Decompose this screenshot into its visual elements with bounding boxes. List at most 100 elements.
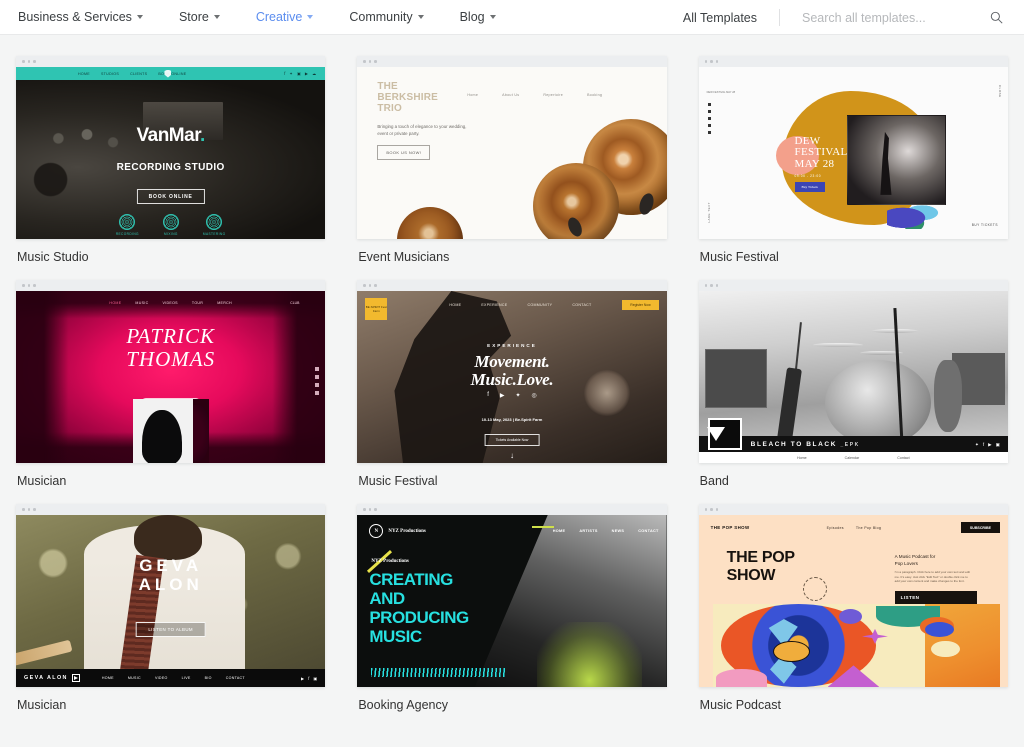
title-line: SHOW: [726, 567, 776, 584]
listen-album-button: LISTEN TO ALBUM: [135, 621, 206, 637]
template-thumbnail[interactable]: THE BERKSHIRE TRIO Home About Us Reperto…: [357, 56, 667, 239]
artist-name: GEVA ALON: [16, 556, 325, 594]
template-grid: HOME STUDIOS CLIENTS BOOK ONLINE f ✦ ▣ ▶…: [0, 35, 1024, 728]
search-box[interactable]: [802, 10, 1008, 25]
twitter-icon: ✦: [515, 393, 521, 400]
template-card[interactable]: BLEACH TO BLACK _EPK ✦ f ▶ ▣ Home Calend…: [698, 280, 1008, 488]
feature-item: RECORDING: [116, 214, 139, 236]
nav-label: Creative: [255, 10, 303, 24]
site-nav-links: HOME MUSIC VIDEOS TOUR MERCH: [16, 301, 325, 305]
nav-link: HOME: [552, 529, 566, 533]
nav-item-community[interactable]: Community: [349, 10, 424, 24]
browser-chrome-bar: [357, 504, 667, 515]
title-line: THOMAS: [126, 347, 216, 372]
template-card[interactable]: THE POP SHOW Episodes The Pop Blog SUBSC…: [698, 504, 1008, 712]
template-thumbnail[interactable]: N NYZ Productions HOME ARTISTS NEWS CONT…: [357, 504, 667, 687]
soundcloud-icon: ☁: [312, 71, 317, 76]
buy-tickets-label: BUY TICKETS: [971, 223, 998, 227]
social-icons: [315, 366, 320, 395]
headline: CREATING AND PRODUCING MUSIC: [369, 570, 469, 646]
nav-link: CONTACT: [572, 303, 592, 307]
template-caption[interactable]: Event Musicians: [357, 250, 666, 264]
festival-logo-badge: BE.SPIRIT Fest Farm: [365, 298, 388, 320]
chevron-down-icon: [136, 15, 143, 19]
title-line: MAY 28: [794, 157, 835, 170]
template-card[interactable]: THE BERKSHIRE TRIO Home About Us Reperto…: [357, 56, 667, 264]
chevron-down-icon: [307, 15, 314, 19]
template-preview: THE POP SHOW Episodes The Pop Blog SUBSC…: [698, 515, 1008, 687]
template-thumbnail[interactable]: THE POP SHOW Episodes The Pop Blog SUBSC…: [698, 504, 1008, 687]
site-subtitle: RECORDING STUDIO: [116, 161, 225, 173]
panel-title-line: Pop Lovers: [894, 561, 918, 566]
nav-item-business-services[interactable]: Business & Services: [18, 10, 143, 24]
kicker-text: NYZ Productions: [371, 559, 409, 564]
template-card[interactable]: GEVA ALON LISTEN TO ALBUM GEVA ALON HOME…: [16, 504, 326, 712]
template-thumbnail[interactable]: HOME MUSIC VIDEOS TOUR MERCH CLUB PATRIC…: [16, 280, 326, 463]
cyan-stripes-graphic: [371, 668, 507, 677]
title-line: Music.Love.: [470, 369, 554, 389]
template-caption[interactable]: Booking Agency: [357, 698, 666, 712]
instagram-icon: ◎: [531, 393, 537, 400]
cymbal-shape: [813, 342, 863, 347]
brand-text: VanMar: [136, 125, 201, 147]
nav-link: The Pop Blog: [855, 526, 882, 530]
youtube-icon: ▶: [300, 675, 305, 681]
nav-link: BIO: [204, 676, 212, 680]
template-thumbnail[interactable]: DEW FESTIVAL MAY 28 CLOSE LAKE TEXT DEW …: [698, 56, 1008, 239]
search-input[interactable]: [802, 10, 962, 25]
nav-label: Community: [349, 10, 413, 24]
search-icon[interactable]: [984, 11, 1008, 24]
template-caption[interactable]: Musician: [16, 474, 325, 488]
template-caption[interactable]: Music Festival: [699, 250, 1008, 264]
nav-link: CLIENTS: [130, 71, 148, 76]
header-divider: [779, 9, 780, 26]
template-card[interactable]: DEW FESTIVAL MAY 28 CLOSE LAKE TEXT DEW …: [698, 56, 1008, 264]
panel-title: A Music Podcast for Pop Lovers: [895, 553, 936, 567]
site-nav-links: HOME ARTISTS NEWS CONTACT: [553, 529, 659, 533]
green-glow-shape: [536, 621, 642, 687]
template-preview: N NYZ Productions HOME ARTISTS NEWS CONT…: [357, 515, 667, 687]
template-card[interactable]: HOME STUDIOS CLIENTS BOOK ONLINE f ✦ ▣ ▶…: [16, 56, 326, 264]
template-thumbnail[interactable]: HOME STUDIOS CLIENTS BOOK ONLINE f ✦ ▣ ▶…: [16, 56, 326, 239]
nav-link: TOUR: [191, 301, 204, 305]
template-caption[interactable]: Music Festival: [357, 474, 666, 488]
all-templates-link[interactable]: All Templates: [683, 11, 757, 25]
template-card[interactable]: HOME MUSIC VIDEOS TOUR MERCH CLUB PATRIC…: [16, 280, 326, 488]
site-brand-title: THE BERKSHIRE TRIO: [377, 81, 438, 114]
template-caption[interactable]: Band: [699, 474, 1008, 488]
nav-link: STUDIOS: [100, 71, 120, 76]
template-preview: BE.SPIRIT Fest Farm HOME EXPERIENCE COMM…: [357, 291, 667, 463]
nav-link: CONTACT: [225, 676, 245, 680]
template-card[interactable]: BE.SPIRIT Fest Farm HOME EXPERIENCE COMM…: [357, 280, 667, 488]
artist-name: PATRICK THOMAS: [16, 325, 325, 371]
nav-link: Home: [797, 455, 807, 460]
feature-list: RECORDING MIXING MASTERING: [16, 214, 325, 236]
instagram-icon: ▣: [296, 71, 301, 76]
template-thumbnail[interactable]: GEVA ALON LISTEN TO ALBUM GEVA ALON HOME…: [16, 504, 326, 687]
nav-item-blog[interactable]: Blog: [460, 10, 496, 24]
nav-item-creative[interactable]: Creative: [256, 10, 314, 24]
nav-link: Home: [467, 93, 479, 97]
title-line: Movement.: [474, 351, 550, 371]
template-caption[interactable]: Music Studio: [16, 250, 325, 264]
social-icons: ✦ f ▶ ▣: [975, 442, 1000, 448]
nav-right-label: CLUB: [290, 301, 300, 305]
album-artwork: [132, 399, 209, 463]
nav-item-store[interactable]: Store: [179, 10, 220, 24]
instagram-icon: ▣: [313, 675, 318, 681]
title-line: PRODUCING: [369, 608, 469, 627]
site-nav-links: Home Calendar Contact: [698, 452, 1008, 463]
eyebrow-text: EXPERIENCE: [487, 342, 537, 348]
template-thumbnail[interactable]: BLEACH TO BLACK _EPK ✦ f ▶ ▣ Home Calend…: [698, 280, 1008, 463]
template-caption[interactable]: Musician: [16, 698, 325, 712]
template-card[interactable]: N NYZ Productions HOME ARTISTS NEWS CONT…: [357, 504, 667, 712]
bass-drum-shape: [825, 359, 931, 446]
feature-label: RECORDING: [115, 232, 139, 236]
brand-line: BERKSHIRE: [377, 92, 439, 103]
nav-link: Contact: [897, 455, 910, 460]
template-thumbnail[interactable]: BE.SPIRIT Fest Farm HOME EXPERIENCE COMM…: [357, 280, 667, 463]
festival-title: Movement. Music.Love.: [357, 351, 666, 389]
template-caption[interactable]: Music Podcast: [699, 698, 1008, 712]
template-preview: HOME STUDIOS CLIENTS BOOK ONLINE f ✦ ▣ ▶…: [16, 67, 326, 239]
festival-hours: 09:00 - 23:00: [794, 173, 822, 178]
